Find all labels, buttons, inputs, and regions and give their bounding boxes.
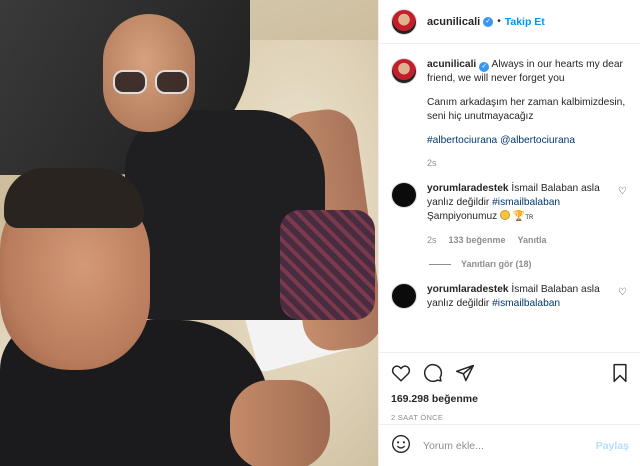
caption-text-tr: Canım arkadaşım her zaman kalbimizdesin,… xyxy=(427,97,626,122)
follow-button[interactable]: Takip Et xyxy=(505,16,545,28)
caption-username[interactable]: acunilicali xyxy=(427,59,476,70)
add-comment-bar: Paylaş xyxy=(379,424,640,466)
comments-list[interactable]: acunilicali ✓ Always in our hearts my dea… xyxy=(379,58,640,348)
caption-hashtag[interactable]: #albertociurana xyxy=(427,135,497,146)
commenter-avatar[interactable] xyxy=(391,283,417,309)
smile-emoji-icon xyxy=(500,210,511,220)
post-photo[interactable] xyxy=(0,0,378,466)
comment-item: yorumlaradestek İsmail Balaban asla yanl… xyxy=(379,283,640,311)
comment-extra: Şampiyonumuz xyxy=(427,211,498,222)
comment-item: yorumlaradestek İsmail Balaban asla yanl… xyxy=(379,182,640,247)
photo-shorts xyxy=(280,210,375,320)
view-replies-button[interactable]: Yanıtları gör (18) xyxy=(429,259,640,269)
photo-hair xyxy=(4,168,144,228)
photo-sunglasses xyxy=(113,70,191,94)
caption-time[interactable]: 2s xyxy=(427,156,437,170)
post-header: acunilicali ✓ • Takip Et xyxy=(379,0,640,44)
verified-badge-icon: ✓ xyxy=(483,16,494,27)
commenter-avatar[interactable] xyxy=(391,182,417,208)
tr-flag-label: TR xyxy=(525,215,534,221)
trophy-emoji-icon: 🏆 xyxy=(512,211,526,222)
comment-like-heart-icon[interactable]: ♡ xyxy=(618,186,627,197)
bookmark-icon[interactable] xyxy=(611,363,629,383)
caption-mention[interactable]: @albertociurana xyxy=(500,135,575,146)
comment-username[interactable]: yorumlaradestek xyxy=(427,183,509,194)
author-username[interactable]: acunilicali xyxy=(427,16,480,28)
comment-likes[interactable]: 133 beğenme xyxy=(449,233,506,247)
share-icon[interactable] xyxy=(455,363,475,383)
emoji-icon[interactable] xyxy=(391,434,411,457)
comment-username[interactable]: yorumlaradestek xyxy=(427,284,509,295)
instagram-post: acunilicali ✓ • Takip Et acunilicali ✓ Al… xyxy=(0,0,640,466)
photo-person-front-arm xyxy=(230,380,330,466)
author-avatar[interactable] xyxy=(391,8,417,35)
likes-count[interactable]: 169.298 beğenme xyxy=(391,393,629,405)
heart-icon[interactable] xyxy=(391,364,411,382)
caption: acunilicali ✓ Always in our hearts my dea… xyxy=(379,58,640,170)
reply-button[interactable]: Yanıtla xyxy=(518,233,547,247)
caption-avatar[interactable] xyxy=(391,58,417,84)
post-comment-button[interactable]: Paylaş xyxy=(596,440,629,452)
replies-divider xyxy=(429,263,451,265)
comment-time[interactable]: 2s xyxy=(427,233,437,247)
comment-input[interactable] xyxy=(423,439,596,452)
post-time[interactable]: 2 SAAT ÖNCE xyxy=(391,413,629,422)
view-replies-label: Yanıtları gör (18) xyxy=(461,259,532,269)
comment-hashtag[interactable]: #ismailbalaban xyxy=(492,298,560,309)
comment-icon[interactable] xyxy=(423,363,443,383)
post-actions: 169.298 beğenme 2 SAAT ÖNCE xyxy=(379,352,640,422)
comment-hashtag[interactable]: #ismailbalaban xyxy=(492,197,560,208)
verified-badge-icon: ✓ xyxy=(479,62,490,72)
comment-like-heart-icon[interactable]: ♡ xyxy=(618,287,627,298)
header-separator: • xyxy=(497,16,501,27)
post-side-panel: acunilicali ✓ • Takip Et acunilicali ✓ Al… xyxy=(378,0,640,466)
